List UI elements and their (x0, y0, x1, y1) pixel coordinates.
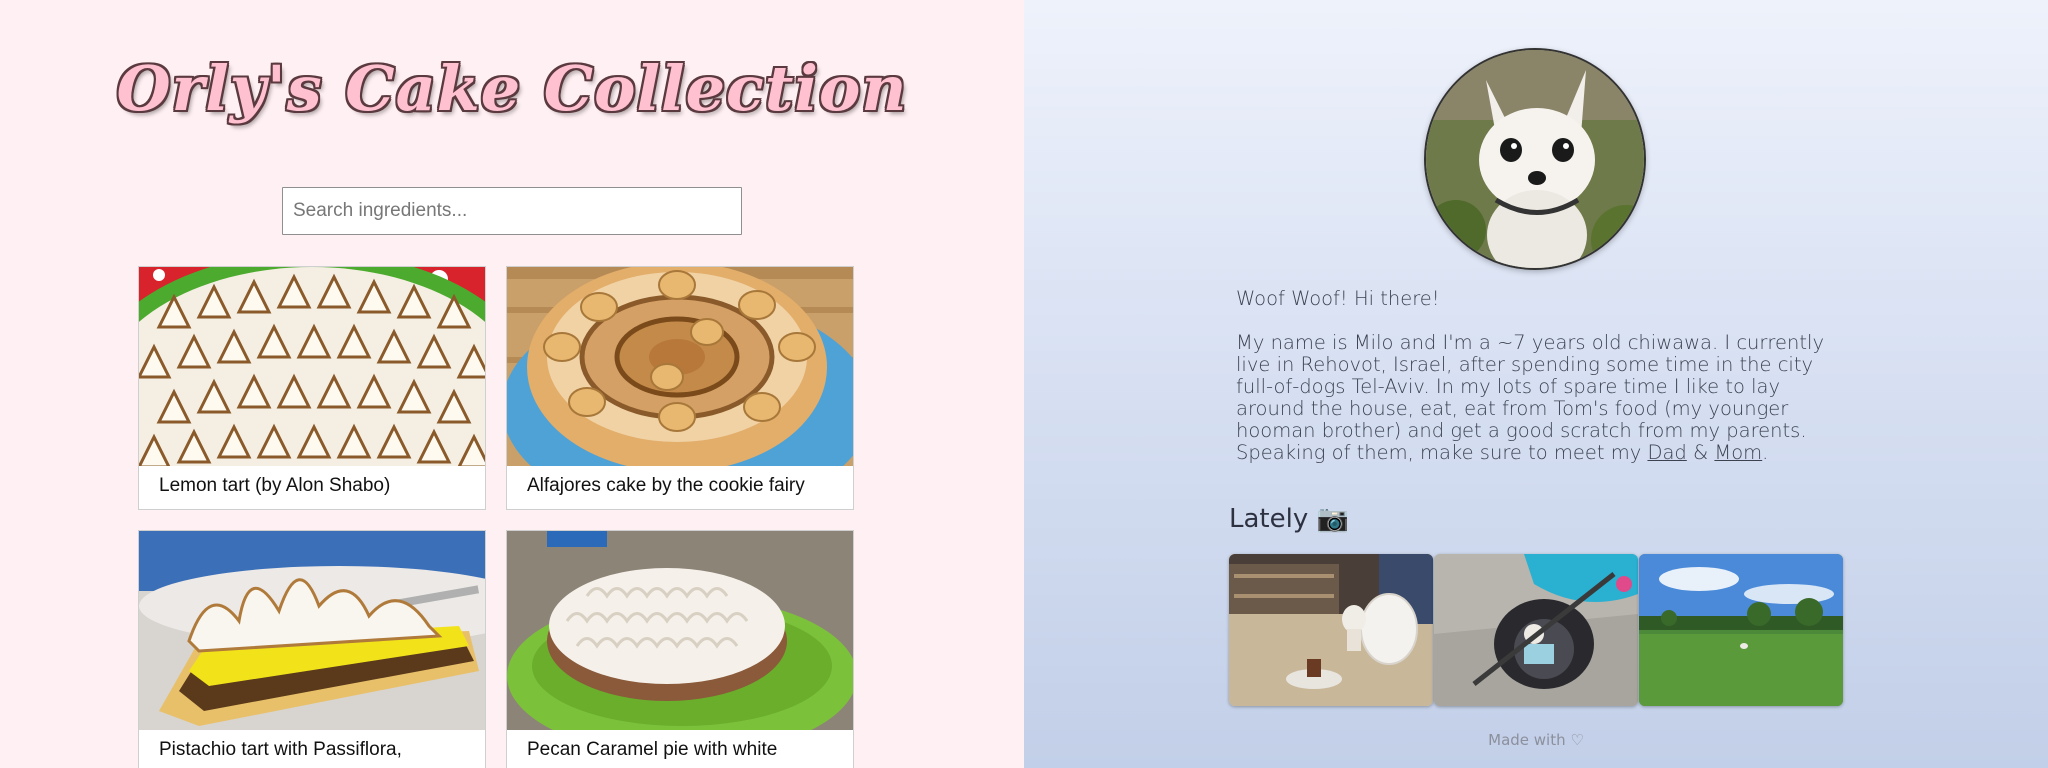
cake-card-pecan-caramel-pie[interactable]: Pecan Caramel pie with white (506, 530, 854, 768)
lemon-tart-photo (139, 267, 485, 466)
dad-link[interactable]: Dad (1647, 441, 1686, 464)
cake-name: Alfajores cake by the cookie fairy (527, 475, 805, 496)
milo-profile-pane: Woof Woof! Hi there! My name is Milo and… (1024, 0, 2048, 768)
cake-card-alfajores[interactable]: Alfajores cake by the cookie fairy (506, 266, 854, 510)
lately-photo-3[interactable] (1639, 554, 1843, 706)
mom-link[interactable]: Mom (1714, 441, 1762, 464)
search-ingredients-input[interactable] (282, 187, 742, 235)
footer: Made with ♡ (1488, 731, 1584, 749)
pistachio-tart-photo (139, 531, 485, 730)
lately-heading: Lately 📷 (1229, 504, 1349, 534)
cake-name: Pistachio tart with Passiflora, (159, 739, 402, 760)
avatar (1424, 48, 1646, 270)
cake-card-pistachio-tart[interactable]: Pistachio tart with Passiflora, (138, 530, 486, 768)
period: . (1762, 441, 1769, 464)
site-title: Orly's Cake Collection (116, 52, 908, 125)
cake-collection-pane: Orly's Cake Collection Search ingredient… (0, 0, 1024, 768)
greeting: Woof Woof! Hi there! (1236, 287, 1440, 310)
lately-photo-2[interactable] (1434, 554, 1638, 706)
lately-photo-1[interactable] (1229, 554, 1433, 706)
bio-paragraph: My name is Milo and I'm a ~7 years old c… (1236, 332, 1846, 464)
cake-name: Lemon tart (by Alon Shabo) (159, 475, 391, 496)
ampersand: & (1686, 441, 1715, 464)
alfajores-cake-photo (507, 267, 853, 466)
cake-card-lemon-tart[interactable]: Lemon tart (by Alon Shabo) (138, 266, 486, 510)
cake-name: Pecan Caramel pie with white (527, 739, 778, 760)
bio: Woof Woof! Hi there! My name is Milo and… (1236, 288, 1846, 464)
pecan-caramel-pie-photo (507, 531, 853, 730)
